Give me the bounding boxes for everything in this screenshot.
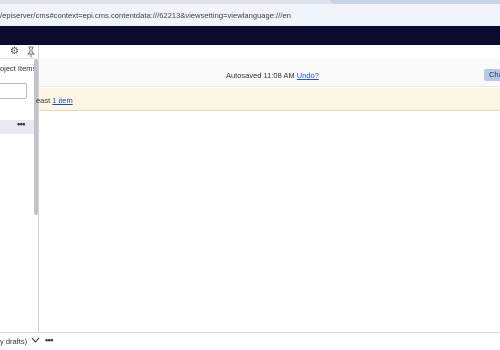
search-input[interactable] (0, 83, 27, 99)
pin-icon[interactable] (26, 46, 36, 58)
left-navigation-panel: ⚙ oject Items ••• (0, 45, 39, 332)
bottom-status-bar (0, 332, 500, 350)
panel-title: oject Items (0, 64, 37, 73)
autosave-text: Autosaved 11:08 AM (226, 71, 295, 80)
gear-icon[interactable]: ⚙ (10, 46, 19, 58)
more-options-icon[interactable]: ••• (45, 335, 53, 345)
cms-editor-window: /episerver/cms#context=epi.cms.contentda… (0, 0, 500, 350)
change-button[interactable]: Change (484, 69, 500, 81)
url-text[interactable]: /episerver/cms#context=epi.cms.contentda… (0, 11, 291, 20)
version-filter-label[interactable]: y drafts) (0, 337, 27, 346)
cms-global-nav (0, 26, 500, 45)
notification-prefix: east (36, 96, 51, 105)
notification-text: east 1 item (36, 96, 73, 105)
notification-item-link[interactable]: 1 item (52, 96, 72, 105)
panel-scrollbar[interactable] (34, 59, 38, 215)
more-options-icon[interactable]: ••• (17, 119, 25, 129)
chevron-down-icon[interactable] (31, 336, 40, 344)
undo-link[interactable]: Undo? (297, 71, 319, 80)
notification-bar (39, 88, 500, 111)
autosave-status: Autosaved 11:08 AM Undo? (226, 71, 319, 80)
